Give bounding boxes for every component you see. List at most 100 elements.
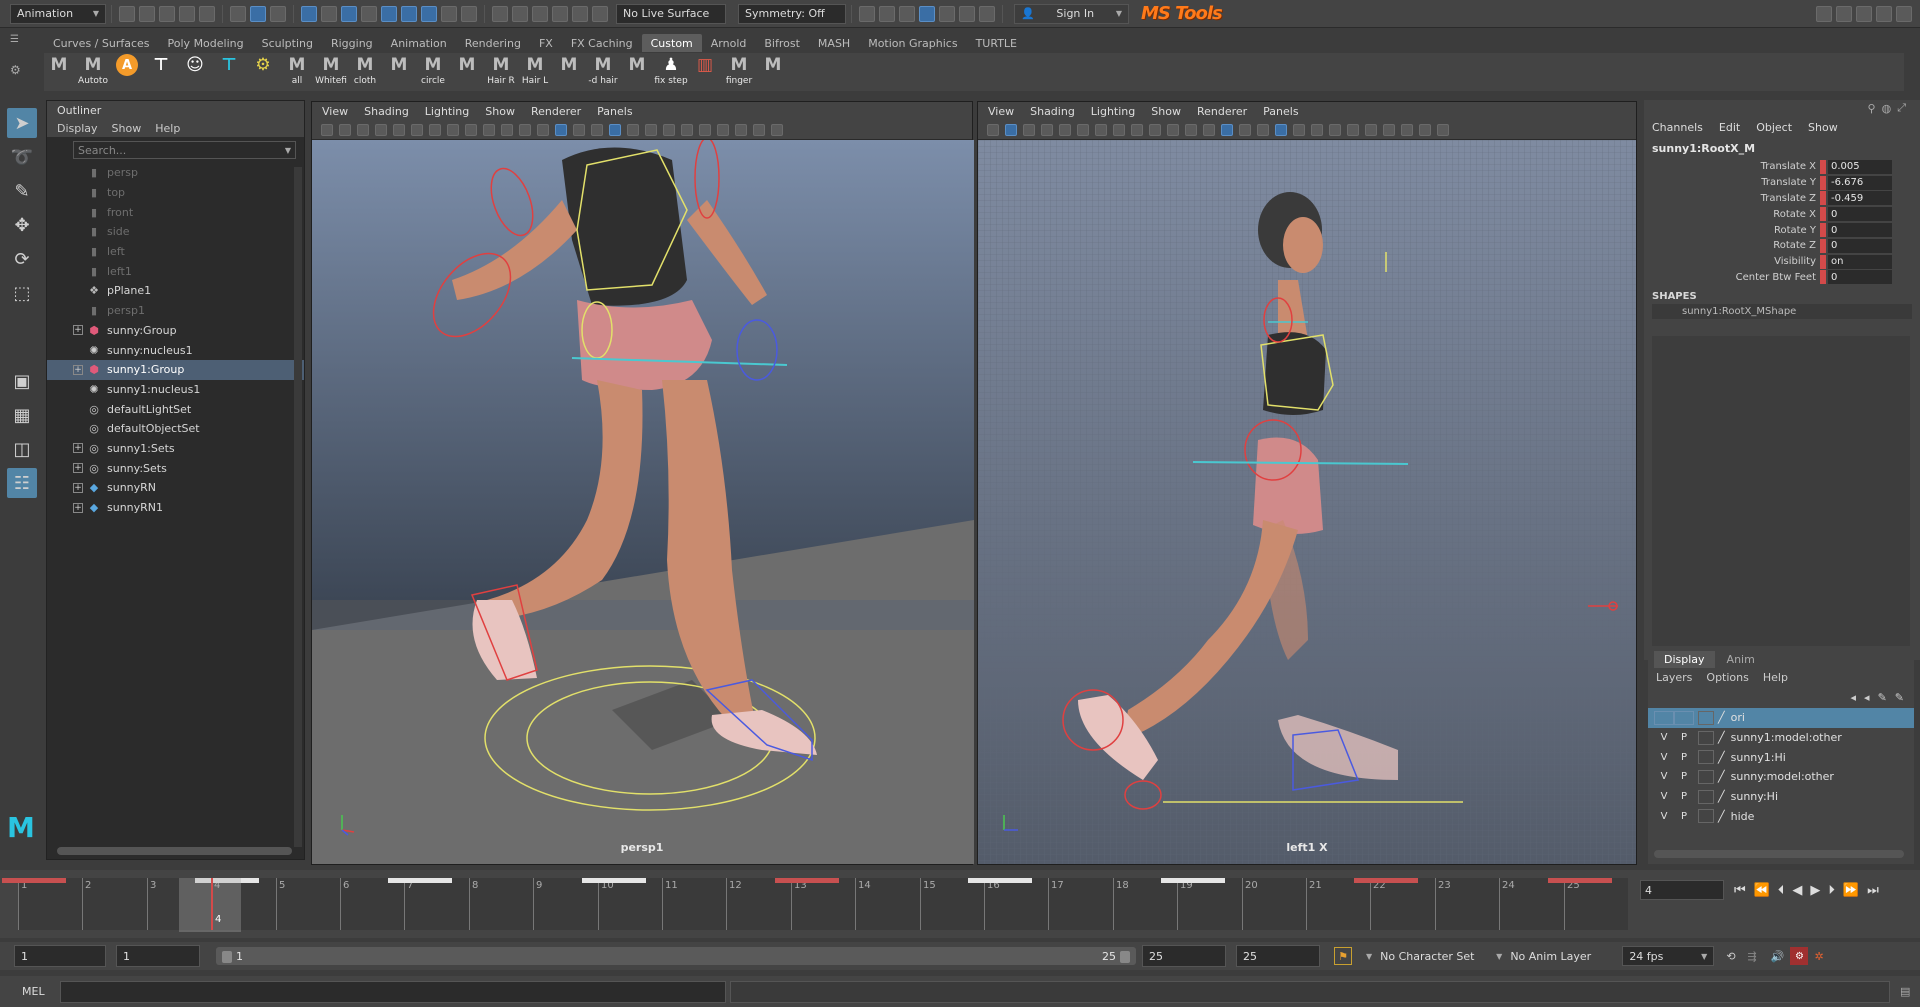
snap-together-icon[interactable] <box>592 5 608 22</box>
layer-visibility-toggle[interactable]: V <box>1654 791 1674 802</box>
shelf-button[interactable]: Mfinger <box>724 54 754 90</box>
select-handles-icon[interactable] <box>321 5 337 22</box>
wireframe-on-shaded-icon[interactable] <box>591 123 603 136</box>
layer-color-swatch[interactable] <box>1698 730 1714 745</box>
chevron-down-icon[interactable]: ▼ <box>285 146 291 155</box>
channel-attribute-row[interactable]: Visibility on <box>1644 254 1920 270</box>
rotate-tool-icon[interactable]: ⟳ <box>7 244 37 274</box>
render-setup-icon[interactable] <box>939 5 955 22</box>
shelf-button[interactable]: ▥ <box>690 54 720 90</box>
smooth-shade-icon[interactable] <box>1221 123 1233 136</box>
bookmark-icon[interactable] <box>1023 123 1035 136</box>
snap-point-icon[interactable] <box>532 5 548 22</box>
shelf-button[interactable]: M <box>44 54 74 90</box>
light-editor-icon[interactable] <box>959 5 975 22</box>
isolate-select-icon[interactable] <box>717 123 729 136</box>
safe-title-icon[interactable] <box>1185 123 1197 136</box>
layer-menu-options[interactable]: Options <box>1706 671 1748 684</box>
toggle-modeling-toolkit-icon[interactable] <box>1836 5 1852 22</box>
shelf-tab-rigging[interactable]: Rigging <box>322 34 382 52</box>
snap-live-icon[interactable] <box>572 5 588 22</box>
expand-toggle[interactable]: + <box>73 463 83 474</box>
outliner-item[interactable]: ▮ side <box>47 222 304 242</box>
render-settings-icon[interactable] <box>899 5 915 22</box>
shadows-icon[interactable] <box>1311 123 1323 136</box>
shelf-button[interactable]: M <box>758 54 788 90</box>
attribute-value-field[interactable]: on <box>1828 254 1892 269</box>
camera-attributes-icon[interactable] <box>339 123 351 136</box>
shelf-tab-fx[interactable]: FX <box>530 34 562 52</box>
playback-end-field[interactable]: 25 <box>1142 945 1226 967</box>
select-objects-icon[interactable] <box>250 5 266 22</box>
field-chart-icon[interactable] <box>483 123 495 136</box>
grid-icon[interactable] <box>411 123 423 136</box>
channel-attribute-row[interactable]: Translate X 0.005 <box>1644 159 1920 175</box>
ms-tools-logo[interactable]: MS Tools <box>1141 3 1223 24</box>
select-hierarchy-icon[interactable] <box>230 5 246 22</box>
film-gate-icon[interactable] <box>1095 123 1107 136</box>
image-plane-icon[interactable] <box>375 123 387 136</box>
shelf-tab-animation[interactable]: Animation <box>382 34 456 52</box>
shelf-button[interactable]: ⚙ <box>248 54 278 90</box>
script-editor-icon[interactable]: ▤ <box>1900 985 1910 998</box>
select-dynamics-icon[interactable] <box>421 5 437 22</box>
shelf-button[interactable]: ♟ fix step <box>654 54 687 90</box>
field-chart-icon[interactable] <box>1149 123 1161 136</box>
ambient-occlusion-icon[interactable] <box>663 123 675 136</box>
safe-action-icon[interactable] <box>1167 123 1179 136</box>
live-surface-field[interactable]: No Live Surface <box>616 3 726 24</box>
use-lights-icon[interactable] <box>627 123 639 136</box>
shelf-menu-icon[interactable]: ☰ <box>10 34 24 45</box>
outliner-item[interactable]: ▮ persp1 <box>47 301 304 321</box>
wireframe-on-shaded-icon[interactable] <box>1257 123 1269 136</box>
symmetry-dropdown[interactable]: Symmetry: Off <box>738 3 846 24</box>
viewport-left1[interactable]: View Shading Lighting Show Renderer Pane… <box>977 101 1637 865</box>
shelf-tab-arnold[interactable]: Arnold <box>702 34 756 52</box>
toggle-channel-box-icon[interactable] <box>1896 5 1912 22</box>
four-view-layout-icon[interactable]: ▦ <box>7 400 37 430</box>
menu-set-dropdown[interactable]: Animation ▼ <box>10 3 106 24</box>
outliner-vertical-scrollbar[interactable] <box>294 167 302 847</box>
select-curves-icon[interactable] <box>361 5 377 22</box>
new-layer-from-selection-icon[interactable]: ✎ <box>1895 691 1904 704</box>
single-perspective-layout-icon[interactable]: ▣ <box>7 366 37 396</box>
layer-playback-toggle[interactable]: P <box>1674 771 1694 782</box>
shelf-button[interactable]: M -d hair <box>588 54 618 90</box>
channel-attribute-row[interactable]: Rotate Y 0 <box>1644 222 1920 238</box>
isolate-select-icon[interactable] <box>1383 123 1395 136</box>
layer-visibility-toggle[interactable]: V <box>1654 732 1674 743</box>
viewport-menu-show[interactable]: Show <box>485 105 515 118</box>
new-empty-layer-icon[interactable]: ✎ <box>1878 691 1887 704</box>
outliner-item[interactable]: + ⬢ sunny1:Group <box>47 359 304 380</box>
shelf-button[interactable]: Mcircle <box>418 54 448 90</box>
shelf-button[interactable]: ☺ <box>180 54 210 90</box>
shelf-tab-curves-surfaces[interactable]: Curves / Surfaces <box>44 34 159 52</box>
exposure-icon[interactable] <box>1437 123 1449 136</box>
expand-toggle[interactable]: + <box>73 325 83 336</box>
textured-icon[interactable] <box>1275 123 1287 136</box>
xray-icon[interactable] <box>1401 123 1413 136</box>
shelf-button[interactable]: M <box>554 54 584 90</box>
outliner-item[interactable]: + ◎ sunny1:Sets <box>47 439 304 459</box>
chevron-down-icon[interactable]: ▼ <box>1496 952 1502 961</box>
grid-icon[interactable] <box>1077 123 1089 136</box>
shelf-button[interactable]: M Whitefi <box>315 54 347 90</box>
attribute-value-field[interactable]: 0 <box>1828 238 1892 253</box>
fps-dropdown[interactable]: 24 fps ▼ <box>1622 946 1715 966</box>
playback-start-field[interactable]: 1 <box>116 945 200 967</box>
smooth-shade-icon[interactable] <box>555 123 567 136</box>
layer-playback-toggle[interactable]: P <box>1674 732 1694 743</box>
gate-mask-icon[interactable] <box>1131 123 1143 136</box>
layer-visibility-toggle[interactable]: V <box>1654 771 1674 782</box>
outliner-item[interactable]: ▮ left1 <box>47 261 304 281</box>
auto-key-icon[interactable]: ⚑ <box>1334 947 1352 965</box>
layer-color-swatch[interactable] <box>1698 769 1714 784</box>
outliner-item[interactable]: + ◆ sunnyRN1 <box>47 498 304 518</box>
attribute-value-field[interactable]: 0.005 <box>1828 159 1892 174</box>
layer-visibility-toggle[interactable]: V <box>1654 811 1674 822</box>
channel-attribute-row[interactable]: Translate Y -6.676 <box>1644 175 1920 191</box>
viewport-menu-show[interactable]: Show <box>1151 105 1181 118</box>
layer-playback-toggle[interactable]: P <box>1674 791 1694 802</box>
pause-icon[interactable] <box>979 5 995 22</box>
outliner-menu-help[interactable]: Help <box>155 122 180 135</box>
